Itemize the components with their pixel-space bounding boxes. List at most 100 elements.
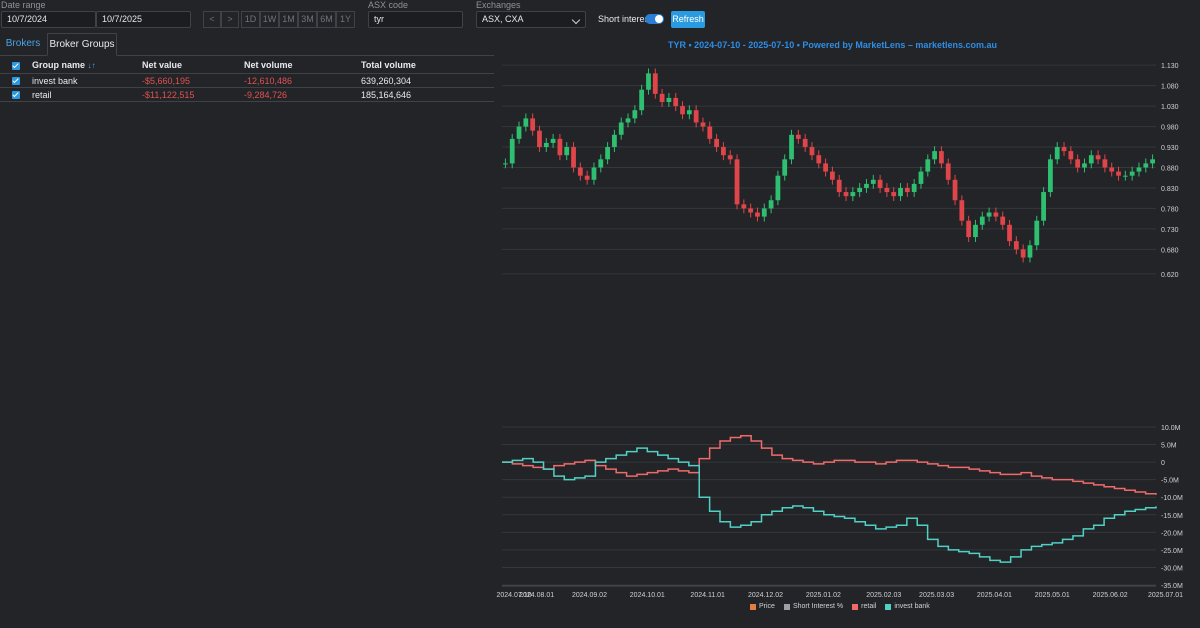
refresh-button[interactable]: Refresh: [671, 11, 705, 28]
row-checkbox[interactable]: [0, 87, 28, 102]
date-from-input[interactable]: 10/7/2024: [1, 11, 96, 28]
candle-body: [911, 183, 917, 193]
exchanges-select[interactable]: ASX, CXA: [476, 11, 586, 28]
candle-body: [523, 118, 529, 127]
date-to-input[interactable]: 10/7/2025: [96, 11, 191, 28]
legend-label: retail: [861, 603, 877, 610]
asx-code-label: ASX code: [368, 0, 409, 10]
candle-body: [1109, 167, 1115, 172]
legend-short-interest[interactable]: Short Interest %: [783, 603, 844, 610]
candle-body: [775, 175, 781, 201]
col-group-name[interactable]: Group name ↓↑: [28, 57, 138, 74]
candle-body: [782, 159, 788, 176]
cell-net-volume: -12,610,486: [240, 73, 357, 88]
candle-body: [836, 179, 842, 193]
x-tick-label: 2025.04.01: [977, 592, 1012, 599]
candle-body: [1041, 192, 1046, 221]
x-tick-label: 2025.02.03: [866, 592, 901, 599]
candle-body: [673, 97, 679, 107]
candle-body: [1020, 249, 1026, 258]
price-tick-label: 0.830: [1161, 186, 1179, 193]
candle-body: [1000, 216, 1006, 225]
range-6m-button[interactable]: 6M: [317, 11, 336, 28]
candle-body: [945, 163, 951, 180]
range-1d-button[interactable]: 1D: [241, 11, 260, 28]
tab-bar: Brokers Broker Groups: [0, 33, 494, 56]
price-tick-label: 0.730: [1161, 227, 1179, 234]
candle-body: [986, 212, 992, 217]
candle-body: [700, 122, 706, 127]
price-tick-label: 1.030: [1161, 104, 1179, 111]
price-tick-label: 0.980: [1161, 125, 1179, 132]
short-interest-toggle[interactable]: [645, 14, 664, 24]
col-total-volume[interactable]: Total volume: [357, 57, 494, 74]
candle-body: [809, 147, 815, 156]
candle-body: [686, 110, 692, 115]
candle-body: [870, 179, 876, 184]
price-tick-label: 0.620: [1161, 272, 1179, 279]
candle-body: [1102, 159, 1108, 168]
candle-body: [632, 110, 638, 119]
cell-total-volume: 185,164,646: [357, 87, 494, 102]
candle-body: [1061, 147, 1067, 152]
candle-body: [898, 187, 903, 197]
candle-body: [1075, 159, 1081, 168]
candle-body: [932, 151, 937, 160]
candle-body: [768, 200, 774, 209]
legend-invest-bank[interactable]: invest bank: [885, 603, 930, 610]
candle-body: [707, 126, 713, 139]
asx-code-input[interactable]: tyr: [368, 11, 463, 28]
volume-tick-label: -30.0M: [1161, 565, 1183, 572]
candle-body: [952, 179, 958, 201]
candle-body: [584, 175, 590, 180]
candle-body: [1088, 155, 1094, 164]
legend-price[interactable]: Price: [750, 603, 775, 610]
table-row[interactable]: invest bank -$5,660,195 -12,610,486 639,…: [0, 73, 494, 88]
candle-body: [1013, 241, 1019, 250]
candle-body: [598, 159, 604, 168]
short-interest-label: Short interest: [598, 14, 652, 24]
range-3m-button[interactable]: 3M: [298, 11, 317, 28]
candle-body: [530, 118, 536, 131]
next-period-button[interactable]: >: [221, 11, 239, 28]
candle-body: [761, 208, 767, 217]
candle-body: [639, 89, 645, 111]
candle-body: [1027, 245, 1033, 258]
col-net-volume[interactable]: Net volume: [240, 57, 357, 74]
legend-swatch: [885, 603, 892, 610]
prev-period-button[interactable]: <: [203, 11, 221, 28]
legend-swatch: [750, 603, 756, 610]
tab-broker-groups[interactable]: Broker Groups: [47, 33, 117, 56]
candle-body: [789, 134, 794, 160]
candle-body: [612, 134, 617, 148]
candle-body: [693, 110, 699, 123]
exchanges-value: ASX, CXA: [482, 14, 524, 24]
legend-label: Short Interest %: [792, 603, 844, 610]
price-tick-label: 0.780: [1161, 206, 1179, 213]
tab-brokers[interactable]: Brokers: [0, 33, 46, 55]
price-tick-label: 0.880: [1161, 166, 1179, 173]
volume-tick-label: -20.0M: [1161, 530, 1183, 537]
price-flow-chart[interactable]: 1.130 1.080 1.030 0.980 0.930 0.880 0.830 0.780…: [496, 33, 1200, 628]
range-1y-button[interactable]: 1Y: [336, 11, 355, 28]
select-all-checkbox[interactable]: [0, 57, 28, 74]
range-1w-button[interactable]: 1W: [260, 11, 279, 28]
cell-total-volume: 639,260,304: [357, 73, 494, 88]
row-checkbox[interactable]: [0, 73, 28, 88]
legend-retail[interactable]: retail: [852, 603, 876, 610]
date-range-buttons: < > 1D 1W 1M 3M 6M 1Y: [203, 11, 355, 28]
candle-body: [864, 183, 869, 188]
col-net-value[interactable]: Net value: [138, 57, 240, 74]
candle-body: [1007, 224, 1012, 242]
candle-body: [618, 122, 624, 135]
legend-swatch: [852, 603, 859, 610]
candle-body: [652, 73, 658, 94]
volume-tick-label: -5.0M: [1161, 478, 1179, 485]
range-1m-button[interactable]: 1M: [279, 11, 298, 28]
candle-body: [625, 118, 631, 123]
candle-body: [503, 163, 508, 165]
candle-body: [802, 138, 808, 148]
candle-body: [721, 147, 726, 156]
table-row[interactable]: retail -$11,122,515 -9,284,726 185,164,6…: [0, 87, 494, 102]
candle-body: [857, 187, 863, 193]
